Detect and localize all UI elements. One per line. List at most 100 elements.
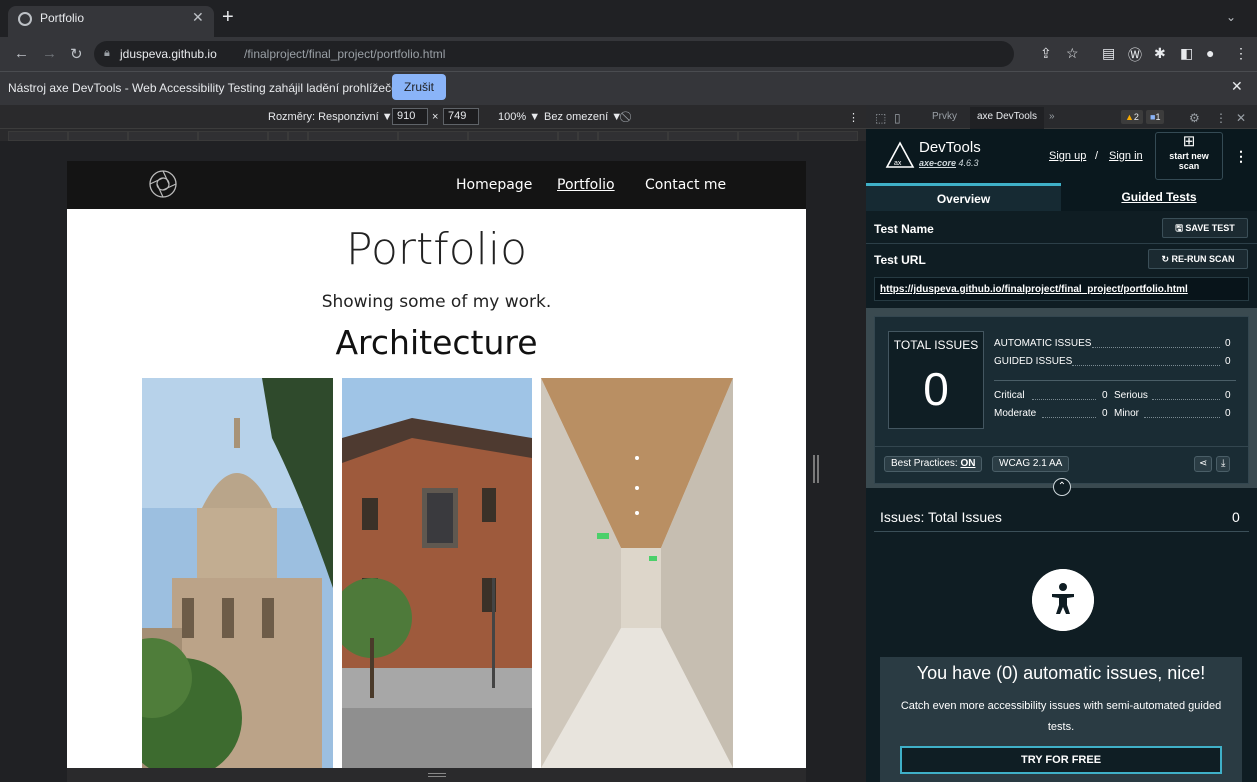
devtools-settings-icon[interactable]: ⚙	[1189, 111, 1200, 125]
browser-menu-icon[interactable]: ⋮	[1234, 45, 1248, 62]
axe-menu-icon[interactable]: ⋮	[1234, 148, 1248, 165]
accessibility-person-icon	[1032, 569, 1094, 631]
divider	[994, 380, 1236, 381]
ruler-segment[interactable]	[798, 131, 858, 141]
viewport-width-handle[interactable]	[813, 455, 819, 483]
page-subtitle: Showing some of my work.	[321, 292, 552, 312]
url-host: jduspeva.github.io	[120, 47, 217, 61]
lock-icon[interactable]: 🔒︎	[104, 47, 110, 60]
browser-tab[interactable]	[8, 6, 214, 37]
rerun-scan-button[interactable]: ↻ RE-RUN SCAN	[1148, 249, 1248, 269]
new-scan-icon: ⊞	[1182, 133, 1196, 150]
ruler-segment[interactable]	[308, 131, 398, 141]
device-menu-icon[interactable]: ⋮	[848, 111, 859, 124]
ruler-segment[interactable]	[8, 131, 68, 141]
leader-dots	[1072, 365, 1220, 366]
total-issues-label: TOTAL ISSUES	[893, 338, 979, 352]
ruler-segment[interactable]	[468, 131, 558, 141]
minor-label: Minor	[1114, 408, 1140, 419]
tab-guided-tests[interactable]: Guided Tests	[1061, 183, 1257, 211]
reader-icon[interactable]: ▤	[1102, 45, 1115, 62]
side-panel-icon[interactable]: ◧	[1180, 45, 1193, 62]
test-url-label: Test URL	[874, 253, 926, 267]
tab-elements[interactable]: Prvky	[932, 111, 957, 122]
back-icon[interactable]: ←	[14, 45, 29, 62]
sign-in-link[interactable]: Sign in	[1109, 150, 1143, 162]
collapse-summary-icon[interactable]: ⌃	[1053, 478, 1071, 496]
issues-title: Issues: Total Issues	[880, 509, 1002, 525]
ruler-segment[interactable]	[578, 131, 598, 141]
tab-search-icon[interactable]: ⌄	[1226, 10, 1236, 24]
messages-badge[interactable]: ■1	[1146, 110, 1165, 124]
ruler-segment[interactable]	[288, 131, 308, 141]
reload-icon[interactable]: ↻	[70, 45, 83, 63]
ruler-segment[interactable]	[598, 131, 668, 141]
inspect-element-icon[interactable]: ⬚	[875, 111, 886, 125]
test-url-link[interactable]: https://jduspeva.github.io/finalproject/…	[874, 277, 1249, 301]
ruler-segment[interactable]	[398, 131, 468, 141]
leader-dots	[1042, 417, 1096, 418]
wcag-level-select[interactable]: WCAG 2.1 AA	[992, 456, 1070, 472]
divider	[874, 446, 1249, 447]
new-tab-icon[interactable]: +	[222, 6, 234, 29]
try-for-free-button[interactable]: TRY FOR FREE	[900, 746, 1222, 774]
ruler-segment[interactable]	[668, 131, 738, 141]
divider	[874, 531, 1249, 532]
save-test-button[interactable]: 🖫︎ SAVE TEST	[1162, 218, 1248, 238]
download-icon[interactable]: ⤓	[1216, 456, 1231, 472]
guided-issues-label: GUIDED ISSUES	[994, 356, 1073, 367]
wappalyzer-icon[interactable]: Ⓦ	[1128, 45, 1142, 65]
address-bar[interactable]	[94, 41, 1014, 67]
ruler-segment[interactable]	[558, 131, 578, 141]
ruler-segment[interactable]	[128, 131, 198, 141]
aperture-logo-icon[interactable]	[148, 169, 178, 199]
close-infobar-icon[interactable]: ✕	[1231, 78, 1243, 95]
device-mode-icon[interactable]: ▯	[894, 111, 901, 125]
warnings-badge[interactable]: ▲2	[1121, 110, 1143, 124]
total-issues-count: 0	[923, 363, 949, 415]
devtools-close-icon[interactable]: ✕	[1236, 111, 1246, 125]
start-new-scan-button[interactable]: ⊞ start new scan	[1155, 132, 1223, 180]
close-tab-icon[interactable]: ✕	[192, 9, 204, 26]
no-issues-text: Catch even more accessibility issues wit…	[900, 700, 1222, 733]
ruler-segment[interactable]	[738, 131, 798, 141]
architecture-photo-brick[interactable]	[342, 378, 532, 768]
share-icon[interactable]: ⇪	[1040, 45, 1052, 62]
sign-up-link[interactable]: Sign up	[1049, 150, 1086, 162]
devtools-menu-icon[interactable]: ⋮	[1215, 111, 1227, 125]
bookmark-star-icon[interactable]: ☆	[1066, 45, 1079, 62]
nav-link-contact[interactable]: Contact me	[645, 177, 726, 193]
nav-link-portfolio[interactable]: Portfolio	[557, 177, 615, 193]
dimensions-select[interactable]: Rozměry: Responzivní ▼	[268, 111, 393, 123]
zoom-select[interactable]: 100% ▼	[498, 111, 540, 123]
width-input[interactable]: 910	[392, 108, 428, 125]
best-practices-toggle[interactable]: Best Practices: ON	[884, 456, 983, 472]
critical-label: Critical	[994, 390, 1025, 401]
leader-dots	[1032, 399, 1096, 400]
throttle-select[interactable]: Bez omezení ▼	[544, 111, 622, 123]
issues-count: 0	[1232, 509, 1240, 525]
axe-core-version: axe-core 4.6.3	[919, 158, 979, 168]
height-input[interactable]: 749	[443, 108, 479, 125]
architecture-photo-corridor[interactable]	[541, 378, 733, 768]
svg-text:ax: ax	[894, 160, 902, 167]
more-tabs-icon[interactable]: »	[1049, 111, 1055, 122]
page-title: Portfolio	[345, 224, 527, 275]
ruler-segment[interactable]	[198, 131, 268, 141]
forward-icon[interactable]: →	[42, 45, 57, 62]
leader-dots	[1152, 399, 1220, 400]
ruler-segment[interactable]	[268, 131, 288, 141]
tab-axe-devtools[interactable]: axe DevTools	[970, 107, 1044, 129]
share-icon[interactable]: ⋖	[1194, 456, 1213, 472]
tab-overview[interactable]: Overview	[866, 183, 1061, 211]
globe-icon	[18, 12, 32, 26]
resize-grip-icon[interactable]	[428, 773, 446, 777]
extensions-icon[interactable]: ✱	[1154, 45, 1166, 62]
refresh-icon: ↻	[1161, 254, 1172, 264]
tab-title: Portfolio	[40, 11, 85, 25]
cancel-debug-button[interactable]: Zrušit	[392, 74, 446, 100]
nav-link-homepage[interactable]: Homepage	[456, 177, 532, 193]
ruler-segment[interactable]	[68, 131, 128, 141]
profile-icon[interactable]: ●	[1206, 45, 1214, 61]
architecture-photo-dome[interactable]	[142, 378, 333, 768]
